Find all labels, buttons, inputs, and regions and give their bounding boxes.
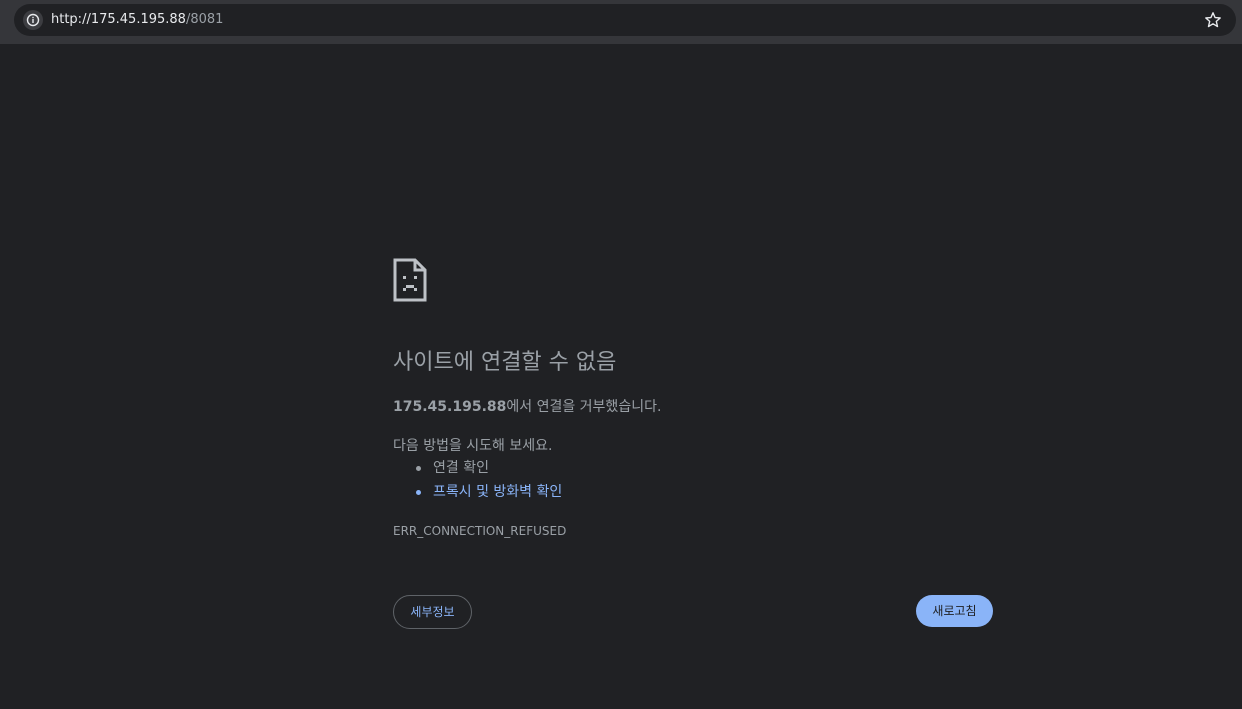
- info-icon[interactable]: [23, 10, 43, 30]
- suggestion-check-connection: 연결 확인: [393, 458, 562, 482]
- star-icon[interactable]: [1204, 11, 1222, 29]
- suggestion-label: 연결 확인: [433, 460, 489, 476]
- summary-host: 175.45.195.88: [393, 399, 507, 415]
- suggestions-heading: 다음 방법을 시도해 보세요.: [393, 438, 553, 454]
- url-scheme: http://: [51, 12, 91, 27]
- url-host: 175.45.195.88: [90, 12, 186, 27]
- reload-button[interactable]: 새로고침: [916, 595, 993, 627]
- url-path: /8081: [185, 12, 224, 27]
- bullet-dot: [416, 466, 421, 471]
- sad-document-icon: [393, 258, 427, 302]
- suggestions-list: 연결 확인 프록시 및 방화벽 확인: [393, 458, 562, 506]
- suggestion-check-proxy-firewall[interactable]: 프록시 및 방화벽 확인: [393, 482, 562, 506]
- error-code: ERR_CONNECTION_REFUSED: [393, 524, 567, 538]
- bullet-dot: [416, 490, 421, 495]
- summary-text: 에서 연결을 거부했습니다.: [506, 399, 662, 415]
- page-title: 사이트에 연결할 수 없음: [393, 350, 617, 375]
- details-button[interactable]: 세부정보: [393, 595, 472, 629]
- browser-toolbar: http://175.45.195.88/8081: [0, 0, 1242, 44]
- error-summary: 175.45.195.88에서 연결을 거부했습니다.: [393, 397, 661, 417]
- url-text[interactable]: http://175.45.195.88/8081: [51, 11, 223, 29]
- address-bar[interactable]: http://175.45.195.88/8081: [14, 4, 1236, 36]
- suggestion-link[interactable]: 프록시 및 방화벽 확인: [433, 484, 562, 500]
